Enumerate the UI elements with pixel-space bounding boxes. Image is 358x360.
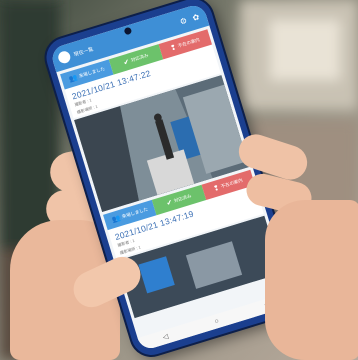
people-icon: 👥 <box>67 74 79 84</box>
alert-icon: ❢ <box>169 43 178 53</box>
handled-button-label: 対応済み <box>173 193 192 204</box>
people-icon: 👥 <box>110 214 122 224</box>
check-icon: ✔ <box>122 58 131 67</box>
app-title: 現在一覧 <box>73 46 95 58</box>
absent-button-label: 不在の案内 <box>177 37 201 49</box>
visited-button-label: 来場しました <box>121 206 149 220</box>
handled-button-label: 対応済み <box>130 52 149 63</box>
settings-icon[interactable]: ✿ <box>190 11 201 23</box>
check-icon: ✔ <box>165 198 174 208</box>
logo-icon <box>56 49 72 65</box>
photo-scene: 現在一覧 ⚙ ✿ 👥 来場しました ✔ 対応済み ❢ 不在の案内 2021/10… <box>0 0 358 360</box>
visited-button-label: 来場しました <box>78 66 106 79</box>
home-icon[interactable]: ○ <box>214 317 220 325</box>
alert-icon: ❢ <box>212 184 221 193</box>
gear-icon[interactable]: ⚙ <box>178 15 189 27</box>
absent-button-label: 不在の案内 <box>220 177 244 189</box>
back-icon[interactable]: ◁ <box>162 332 169 341</box>
right-hand-palm <box>265 200 358 360</box>
